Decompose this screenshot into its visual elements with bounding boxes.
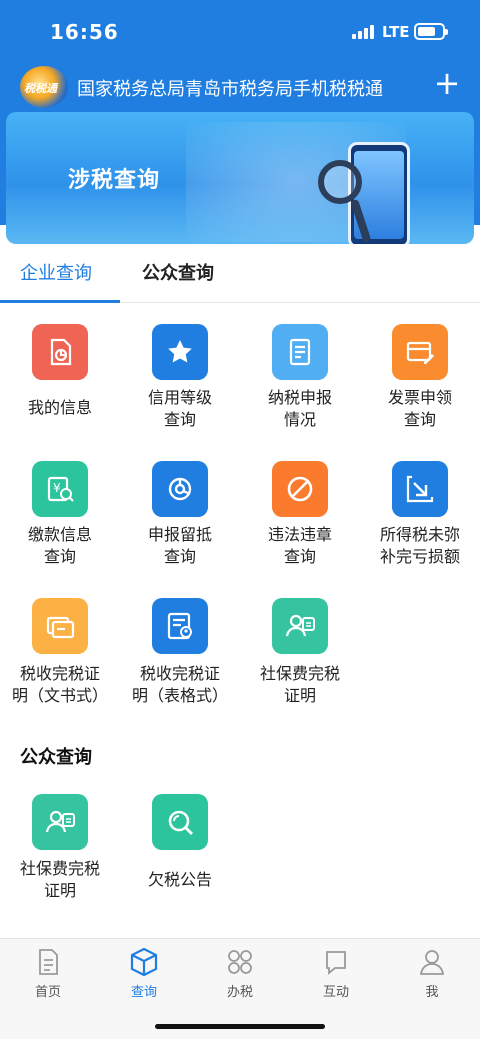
invoice-icon [392, 324, 448, 380]
nav-me[interactable]: 我 [384, 947, 480, 1000]
nav-query[interactable]: 查询 [96, 947, 192, 1000]
home-indicator [155, 1024, 325, 1029]
payment-icon: ¥ [32, 461, 88, 517]
public-query-section-title: 公众查询 [20, 747, 92, 768]
social-security-icon [32, 794, 88, 850]
nav-tax-service[interactable]: 办税 [192, 947, 288, 1000]
loss-icon [392, 461, 448, 517]
active-tab-indicator [0, 300, 120, 303]
tab-enterprise-query[interactable]: 企业查询 [20, 259, 92, 285]
nav-interact[interactable]: 互动 [288, 947, 384, 1000]
my-info-icon [32, 324, 88, 380]
apps-icon [228, 950, 252, 974]
status-time: 16:56 [50, 20, 119, 44]
svg-text:¥: ¥ [53, 481, 61, 495]
violation-icon [272, 461, 328, 517]
user-icon [419, 950, 445, 975]
app-header: 税税通 国家税务总局青岛市税务局手机税税通 + [0, 62, 480, 112]
signal-icon [352, 25, 374, 39]
app-title: 国家税务总局青岛市税务局手机税税通 [77, 79, 383, 100]
battery-icon [414, 23, 448, 40]
nav-home[interactable]: 首页 [0, 947, 96, 1000]
offset-icon [152, 461, 208, 517]
banner-title: 涉税查询 [68, 168, 161, 193]
interact-icon [326, 951, 346, 975]
search-icon [152, 794, 208, 850]
report-icon [272, 324, 328, 380]
certificate-card-icon [32, 598, 88, 654]
certificate-table-icon [152, 598, 208, 654]
network-type: LTE [382, 23, 410, 41]
query-icon [130, 947, 158, 977]
app-logo-icon: 税税通 [20, 66, 68, 108]
query-tabs: 企业查询 公众查询 [0, 245, 480, 303]
home-icon [39, 949, 58, 975]
banner: 涉税查询 [6, 112, 474, 244]
status-bar: 16:56 LTE [0, 0, 480, 62]
tab-public-query[interactable]: 公众查询 [142, 259, 214, 285]
star-icon [152, 324, 208, 380]
social-security-icon [272, 598, 328, 654]
magnifier-illustration-icon [318, 160, 362, 204]
add-button[interactable]: + [432, 67, 462, 99]
